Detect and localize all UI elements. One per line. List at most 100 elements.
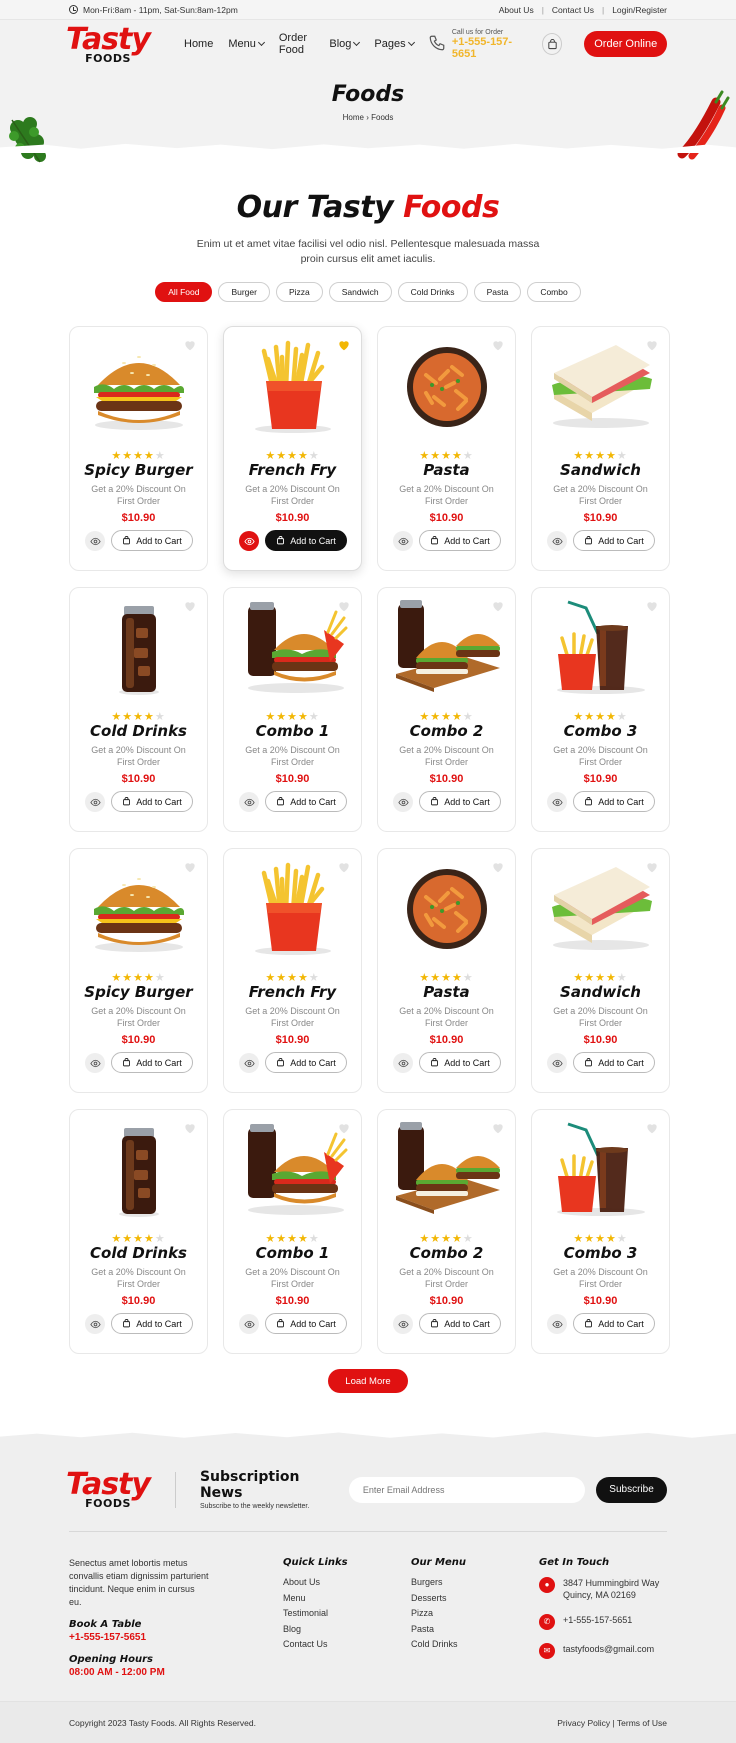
footer-menu-desserts[interactable]: Desserts (411, 1593, 466, 1609)
product-name[interactable]: Pasta (378, 983, 515, 1001)
filter-pasta[interactable]: Pasta (473, 282, 522, 302)
product-image[interactable] (238, 339, 348, 435)
quick-view-button[interactable] (85, 1053, 105, 1073)
footer-link-menu[interactable]: Menu (283, 1593, 348, 1609)
add-to-cart-button[interactable]: Add to Cart (419, 1313, 501, 1334)
footer-link-testimonial[interactable]: Testimonial (283, 1608, 348, 1624)
product-card[interactable]: ★★★★★ Sandwich Get a 20% Discount On First… (531, 326, 670, 571)
breadcrumb-home[interactable]: Home (343, 113, 364, 122)
product-card[interactable]: ★★★★★ Cold Drinks Get a 20% Discount On Fi… (69, 1109, 208, 1354)
add-to-cart-button[interactable]: Add to Cart (111, 1052, 193, 1073)
product-name[interactable]: Combo 1 (224, 1244, 361, 1262)
add-to-cart-button[interactable]: Add to Cart (265, 1313, 347, 1334)
product-card[interactable]: ★★★★★ Combo 1 Get a 20% Discount On First … (223, 1109, 362, 1354)
add-to-cart-button[interactable]: Add to Cart (419, 1052, 501, 1073)
call-box[interactable]: Call us for Order +1-555-157-5651 (428, 29, 530, 60)
product-image[interactable] (392, 1122, 502, 1218)
contact-phone[interactable]: ✆ +1-555-157-5651 (539, 1614, 667, 1630)
top-link-contact[interactable]: Contact Us (552, 5, 594, 15)
terms-link[interactable]: Terms of Use (617, 1718, 667, 1728)
product-name[interactable]: French Fry (224, 983, 361, 1001)
product-image[interactable] (238, 600, 348, 696)
product-name[interactable]: Cold Drinks (70, 722, 207, 740)
product-card[interactable]: ★★★★★ Combo 2 Get a 20% Discount On First … (377, 587, 516, 832)
quick-view-button[interactable] (239, 1314, 259, 1334)
product-name[interactable]: Combo 1 (224, 722, 361, 740)
filter-sandwich[interactable]: Sandwich (328, 282, 392, 302)
product-card[interactable]: ★★★★★ French Fry Get a 20% Discount On Fir… (223, 326, 362, 571)
product-image[interactable] (392, 861, 502, 957)
quick-view-button[interactable] (239, 1053, 259, 1073)
product-image[interactable] (392, 600, 502, 696)
product-card[interactable]: ★★★★★ Sandwich Get a 20% Discount On First… (531, 848, 670, 1093)
quick-view-button[interactable] (85, 1314, 105, 1334)
footer-menu-burgers[interactable]: Burgers (411, 1577, 466, 1593)
nav-order-food[interactable]: Order Food (279, 32, 314, 56)
footer-menu-cold-drinks[interactable]: Cold Drinks (411, 1639, 466, 1655)
quick-view-button[interactable] (393, 531, 413, 551)
add-to-cart-button[interactable]: Add to Cart (265, 530, 347, 551)
add-to-cart-button[interactable]: Add to Cart (111, 530, 193, 551)
product-name[interactable]: Sandwich (532, 461, 669, 479)
quick-view-button[interactable] (393, 1053, 413, 1073)
product-card[interactable]: ★★★★★ Combo 1 Get a 20% Discount On First … (223, 587, 362, 832)
product-image[interactable] (392, 339, 502, 435)
product-name[interactable]: French Fry (224, 461, 361, 479)
product-image[interactable] (238, 861, 348, 957)
quick-view-button[interactable] (547, 792, 567, 812)
add-to-cart-button[interactable]: Add to Cart (573, 791, 655, 812)
product-name[interactable]: Pasta (378, 461, 515, 479)
footer-logo[interactable]: Tasty FOODS (66, 1470, 151, 1510)
product-image[interactable] (84, 339, 194, 435)
footer-link-about[interactable]: About Us (283, 1577, 348, 1593)
footer-link-blog[interactable]: Blog (283, 1624, 348, 1640)
subscribe-button[interactable]: Subscribe (596, 1476, 667, 1503)
quick-view-button[interactable] (239, 792, 259, 812)
product-name[interactable]: Combo 3 (532, 1244, 669, 1262)
product-image[interactable] (84, 861, 194, 957)
footer-menu-pasta[interactable]: Pasta (411, 1624, 466, 1640)
product-name[interactable]: Combo 2 (378, 722, 515, 740)
product-card[interactable]: ★★★★★ Pasta Get a 20% Discount On First Or… (377, 326, 516, 571)
product-image[interactable] (546, 339, 656, 435)
nav-home[interactable]: Home (184, 32, 213, 56)
product-name[interactable]: Combo 2 (378, 1244, 515, 1262)
add-to-cart-button[interactable]: Add to Cart (419, 791, 501, 812)
book-table-phone[interactable]: +1-555-157-5651 (69, 1631, 209, 1644)
quick-view-button[interactable] (547, 1053, 567, 1073)
product-card[interactable]: ★★★★★ French Fry Get a 20% Discount On Fir… (223, 848, 362, 1093)
filter-all-food[interactable]: All Food (155, 282, 213, 302)
filter-cold-drinks[interactable]: Cold Drinks (397, 282, 468, 302)
product-name[interactable]: Cold Drinks (70, 1244, 207, 1262)
quick-view-button[interactable] (393, 792, 413, 812)
nav-pages[interactable]: Pages (374, 32, 415, 56)
footer-link-contact[interactable]: Contact Us (283, 1639, 348, 1655)
product-image[interactable] (546, 600, 656, 696)
product-name[interactable]: Spicy Burger (70, 461, 207, 479)
top-link-about[interactable]: About Us (499, 5, 534, 15)
quick-view-button[interactable] (547, 531, 567, 551)
product-card[interactable]: ★★★★★ Pasta Get a 20% Discount On First Or… (377, 848, 516, 1093)
footer-menu-pizza[interactable]: Pizza (411, 1608, 466, 1624)
nav-menu[interactable]: Menu (228, 32, 265, 56)
filter-pizza[interactable]: Pizza (275, 282, 323, 302)
add-to-cart-button[interactable]: Add to Cart (573, 1052, 655, 1073)
contact-email[interactable]: ✉ tastyfoods@gmail.com (539, 1643, 667, 1659)
add-to-cart-button[interactable]: Add to Cart (265, 1052, 347, 1073)
logo[interactable]: Tasty FOODS (66, 24, 151, 64)
quick-view-button[interactable] (393, 1314, 413, 1334)
product-image[interactable] (546, 1122, 656, 1218)
add-to-cart-button[interactable]: Add to Cart (419, 530, 501, 551)
product-card[interactable]: ★★★★★ Cold Drinks Get a 20% Discount On Fi… (69, 587, 208, 832)
add-to-cart-button[interactable]: Add to Cart (573, 1313, 655, 1334)
filter-burger[interactable]: Burger (218, 282, 270, 302)
add-to-cart-button[interactable]: Add to Cart (111, 791, 193, 812)
load-more-button[interactable]: Load More (328, 1369, 408, 1393)
quick-view-button[interactable] (85, 531, 105, 551)
product-image[interactable] (238, 1122, 348, 1218)
product-card[interactable]: ★★★★★ Spicy Burger Get a 20% Discount On F… (69, 326, 208, 571)
product-name[interactable]: Sandwich (532, 983, 669, 1001)
product-image[interactable] (546, 861, 656, 957)
privacy-policy-link[interactable]: Privacy Policy (557, 1718, 610, 1728)
cart-button[interactable] (542, 33, 563, 55)
